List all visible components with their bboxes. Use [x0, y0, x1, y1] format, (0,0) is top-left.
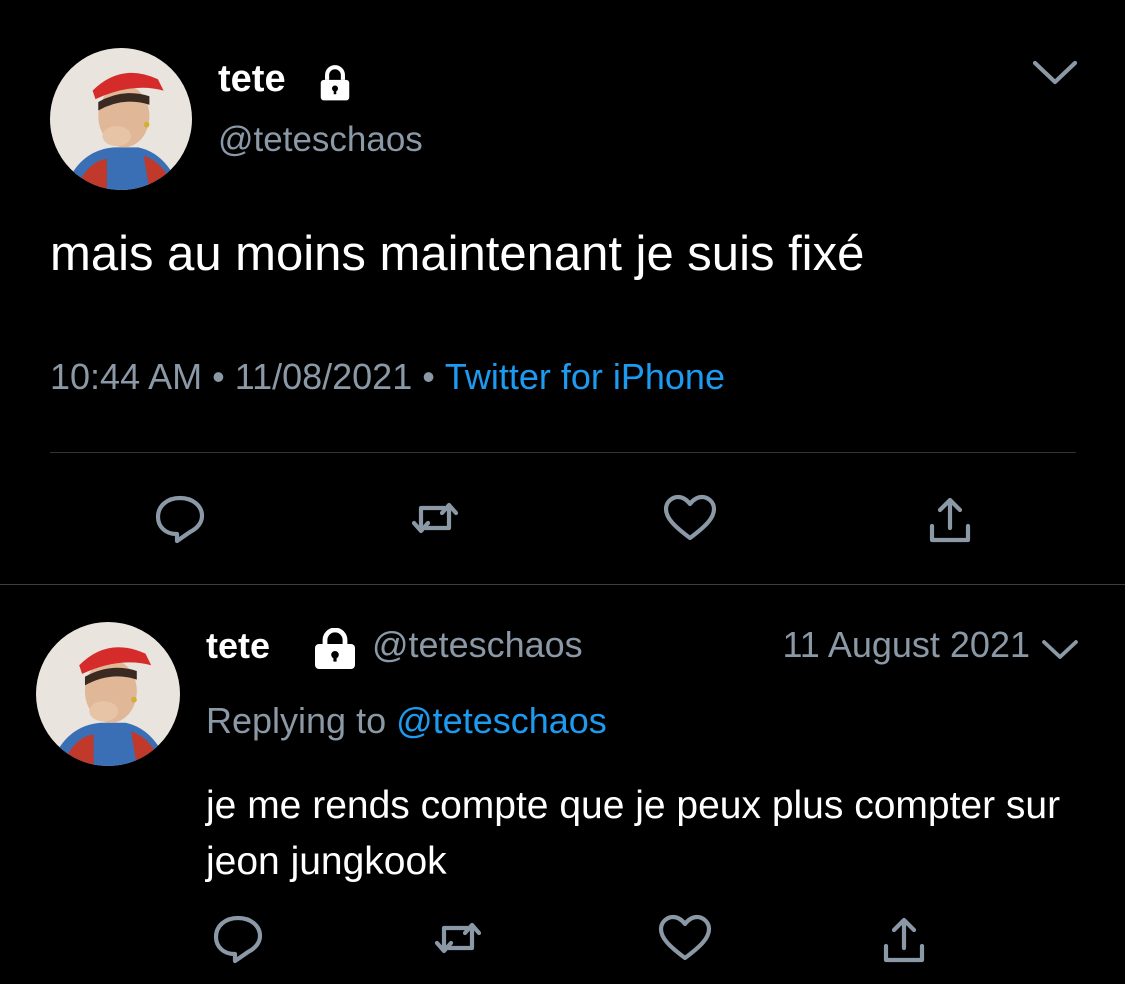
tweet-metadata: 10:44 AM • 11/08/2021 • Twitter for iPhone	[50, 356, 725, 398]
reply-button[interactable]	[208, 908, 268, 968]
profile-photo	[50, 48, 192, 190]
lock-icon	[320, 65, 350, 101]
lock-icon	[315, 628, 355, 669]
separator: •	[212, 356, 225, 397]
tweet-date: 11/08/2021	[234, 356, 413, 397]
tweet-text: mais au moins maintenant je suis fixé	[50, 227, 865, 281]
tweet-text: je me rends compte que je peux plus comp…	[206, 784, 1061, 883]
display-name[interactable]: tete	[206, 625, 270, 667]
divider	[0, 584, 1125, 585]
tweet-time: 10:44 AM	[50, 356, 203, 397]
reply-icon	[213, 915, 263, 964]
retweet-icon	[434, 922, 482, 954]
username-handle[interactable]: @teteschaos	[218, 120, 423, 160]
mention-link[interactable]: @teteschaos	[396, 700, 607, 741]
retweet-icon	[411, 502, 459, 534]
avatar[interactable]	[36, 622, 180, 766]
profile-photo	[36, 622, 180, 766]
tweet-source-link[interactable]: Twitter for iPhone	[445, 356, 725, 397]
retweet-button[interactable]	[405, 488, 465, 548]
tweet-thread: tete @teteschaos mais au moins maintenan…	[0, 0, 1125, 984]
reply-button[interactable]	[150, 488, 210, 548]
avatar[interactable]	[50, 48, 192, 190]
retweet-button[interactable]	[428, 908, 488, 968]
username-handle[interactable]: @teteschaos	[372, 624, 583, 666]
like-button[interactable]	[655, 908, 715, 968]
separator: •	[422, 356, 435, 397]
heart-icon	[663, 494, 717, 541]
replying-to: Replying to @teteschaos	[206, 700, 607, 742]
chevron-down-icon[interactable]	[1030, 56, 1080, 90]
replying-to-label: Replying to	[206, 700, 387, 741]
share-button[interactable]	[920, 492, 980, 552]
tweet-date[interactable]: 11 August 2021	[782, 624, 1030, 666]
share-button[interactable]	[874, 912, 934, 972]
display-name[interactable]: tete	[218, 58, 286, 101]
share-icon	[929, 497, 971, 543]
share-icon	[883, 917, 925, 963]
reply-icon	[155, 495, 205, 544]
like-button[interactable]	[660, 488, 720, 548]
chevron-down-icon[interactable]	[1040, 636, 1080, 664]
heart-icon	[658, 914, 712, 961]
divider	[50, 452, 1076, 453]
